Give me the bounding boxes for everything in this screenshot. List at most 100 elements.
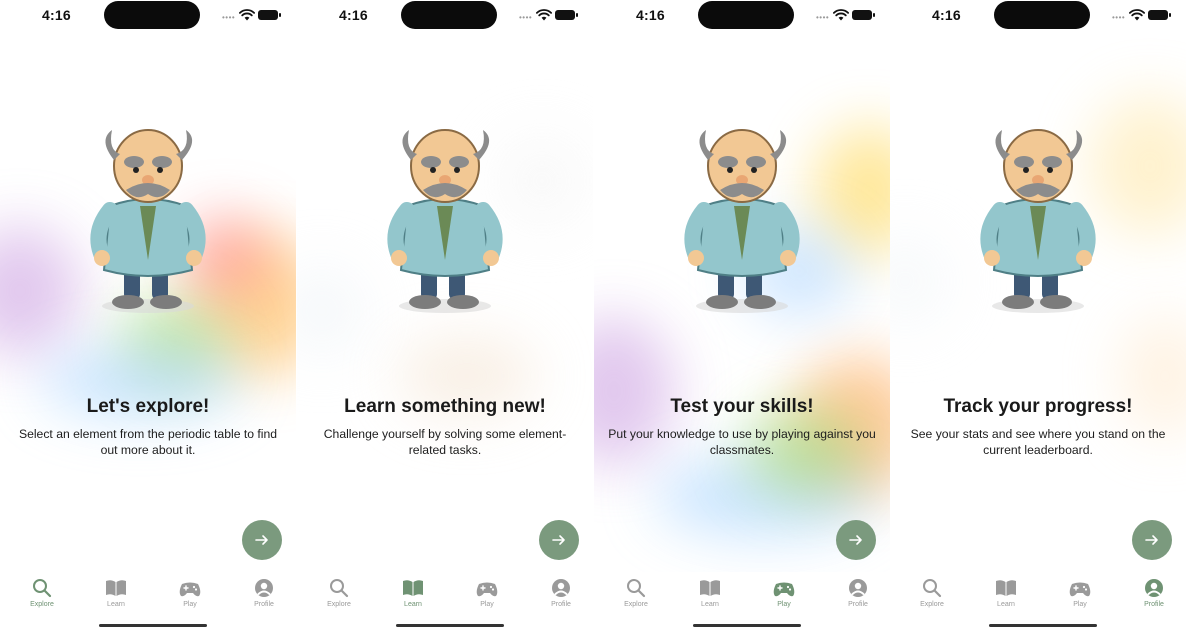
tab-profile[interactable]: Profile — [828, 574, 888, 614]
tab-label: Explore — [327, 601, 351, 608]
tab-label: Explore — [920, 601, 944, 608]
signal-icon: •••• — [222, 13, 236, 22]
tab-explore[interactable]: Explore — [12, 574, 72, 614]
tab-learn[interactable]: Learn — [383, 574, 443, 614]
battery-icon — [1148, 10, 1171, 20]
status-bar: 4:16 •••• — [594, 0, 890, 32]
onboarding-content: Test your skills! Put your knowledge to … — [594, 394, 890, 458]
background-blob — [297, 266, 367, 356]
tab-bar: Explore Learn Play Profile — [594, 574, 890, 614]
tab-label: Explore — [624, 601, 648, 608]
book-icon — [996, 580, 1016, 596]
onboarding-subtitle: Select an element from the periodic tabl… — [18, 427, 278, 457]
dynamic-island — [698, 1, 794, 29]
book-icon — [700, 580, 720, 596]
tab-play[interactable]: Play — [1050, 574, 1110, 614]
tab-learn[interactable]: Learn — [976, 574, 1036, 614]
tab-label: Profile — [1144, 601, 1164, 608]
scientist-with-books-illustration — [980, 129, 1096, 313]
signal-icon: •••• — [519, 13, 533, 22]
tab-bar: Explore Learn Play Profile — [0, 574, 296, 614]
tab-play[interactable]: Play — [457, 574, 517, 614]
next-button[interactable] — [242, 520, 282, 560]
status-icons: •••• — [519, 8, 579, 22]
tab-label: Learn — [404, 601, 422, 608]
tab-label: Learn — [107, 601, 125, 608]
tab-profile[interactable]: Profile — [234, 574, 294, 614]
tab-profile[interactable]: Profile — [1124, 574, 1184, 614]
tab-label: Play — [777, 601, 791, 608]
tab-explore[interactable]: Explore — [606, 574, 666, 614]
search-icon — [923, 579, 942, 598]
onboarding-title: Let's explore! — [86, 396, 210, 417]
tab-label: Profile — [551, 601, 571, 608]
gamepad-icon — [1069, 582, 1091, 597]
book-icon — [403, 580, 423, 596]
wifi-icon — [833, 9, 849, 21]
background-blob — [890, 236, 950, 326]
status-time: 4:16 — [339, 7, 368, 23]
arrow-right-icon — [255, 535, 268, 545]
status-icons: •••• — [1112, 8, 1172, 22]
onboarding-subtitle: Challenge yourself by solving some eleme… — [323, 427, 567, 457]
profile-icon — [849, 579, 867, 597]
tab-bar: Explore Learn Play Profile — [890, 574, 1186, 614]
wifi-icon — [239, 9, 255, 21]
gamepad-icon — [476, 582, 498, 597]
tab-label: Play — [1073, 601, 1087, 608]
tab-label: Play — [183, 601, 197, 608]
tab-label: Profile — [848, 601, 868, 608]
tab-explore[interactable]: Explore — [309, 574, 369, 614]
status-time: 4:16 — [636, 7, 665, 23]
gamepad-icon — [773, 582, 795, 597]
status-bar: 4:16 •••• — [297, 0, 593, 32]
onboarding-title: Track your progress! — [943, 396, 1133, 417]
profile-icon — [255, 579, 273, 597]
onboarding-content: Learn something new! Challenge yourself … — [297, 394, 593, 458]
home-indicator — [989, 624, 1097, 627]
tab-label: Learn — [701, 601, 719, 608]
search-icon — [330, 579, 349, 598]
onboarding-screen-2: 4:16 •••• Learn something new! Challenge… — [297, 0, 593, 628]
gamepad-icon — [179, 582, 201, 597]
tab-explore[interactable]: Explore — [902, 574, 962, 614]
battery-icon — [852, 10, 875, 20]
arrow-right-icon — [849, 535, 862, 545]
tab-play[interactable]: Play — [754, 574, 814, 614]
arrow-right-icon — [1145, 535, 1158, 545]
wifi-icon — [536, 9, 552, 21]
status-bar: 4:16 •••• — [0, 0, 296, 32]
status-time: 4:16 — [932, 7, 961, 23]
dynamic-island — [104, 1, 200, 29]
dynamic-island — [401, 1, 497, 29]
tab-profile[interactable]: Profile — [531, 574, 591, 614]
next-button[interactable] — [539, 520, 579, 560]
home-indicator — [693, 624, 801, 627]
signal-icon: •••• — [1112, 13, 1126, 22]
tab-learn[interactable]: Learn — [680, 574, 740, 614]
search-icon — [627, 579, 646, 598]
profile-icon — [552, 579, 570, 597]
status-bar: 4:16 •••• — [890, 0, 1186, 32]
tab-label: Profile — [254, 601, 274, 608]
onboarding-title: Test your skills! — [670, 396, 814, 417]
next-button[interactable] — [836, 520, 876, 560]
status-icons: •••• — [816, 8, 876, 22]
book-icon — [106, 580, 126, 596]
tab-label: Explore — [30, 601, 54, 608]
onboarding-screen-4: 4:16 •••• Track your progress! See your … — [890, 0, 1186, 628]
tab-label: Learn — [997, 601, 1015, 608]
home-indicator — [99, 624, 207, 627]
search-icon — [33, 579, 52, 598]
battery-icon — [258, 10, 281, 20]
tab-play[interactable]: Play — [160, 574, 220, 614]
onboarding-screens: 4:16 •••• Let's explore! Select an eleme… — [0, 0, 1186, 628]
dynamic-island — [994, 1, 1090, 29]
tab-learn[interactable]: Learn — [86, 574, 146, 614]
onboarding-content: Track your progress! See your stats and … — [890, 394, 1186, 458]
status-icons: •••• — [222, 8, 282, 22]
next-button[interactable] — [1132, 520, 1172, 560]
tab-bar: Explore Learn Play Profile — [297, 574, 593, 614]
wifi-icon — [1129, 9, 1145, 21]
onboarding-screen-3: 4:16 •••• Test your skills! Put your kno… — [594, 0, 890, 628]
